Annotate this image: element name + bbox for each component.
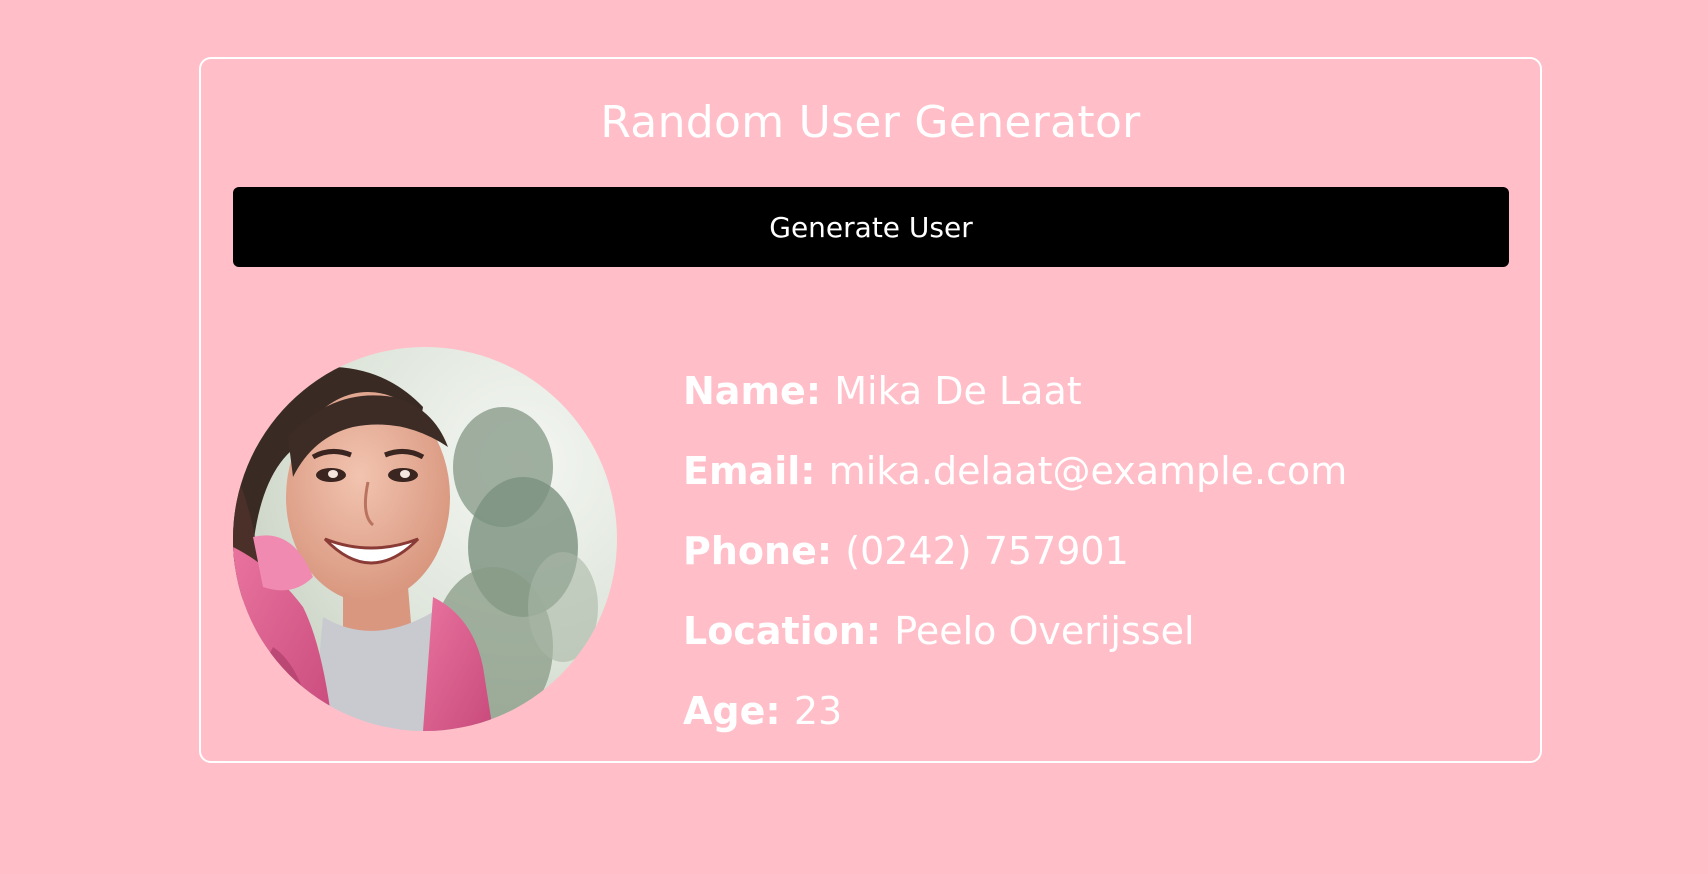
user-card: Random User Generator Generate User Name… [199,57,1542,763]
phone-value: (0242) 757901 [845,529,1129,573]
email-value: mika.delaat@example.com [828,449,1348,493]
user-photo-icon [233,347,617,731]
user-info: Name: Mika De Laat Email: mika.delaat@ex… [683,351,1347,751]
location-label: Location: [683,609,895,653]
email-label: Email: [683,449,829,493]
age-row: Age: 23 [683,671,1347,751]
name-row: Name: Mika De Laat [683,351,1347,431]
name-label: Name: [683,369,835,413]
email-row: Email: mika.delaat@example.com [683,431,1347,511]
name-value: Mika De Laat [834,369,1082,413]
page-title: Random User Generator [600,97,1141,148]
location-row: Location: Peelo Overijssel [683,591,1347,671]
age-value: 23 [793,689,843,733]
location-value: Peelo Overijssel [894,609,1195,653]
age-label: Age: [683,689,794,733]
avatar [233,347,617,731]
phone-row: Phone: (0242) 757901 [683,511,1347,591]
phone-label: Phone: [683,529,846,573]
generate-user-button[interactable]: Generate User [233,187,1509,267]
